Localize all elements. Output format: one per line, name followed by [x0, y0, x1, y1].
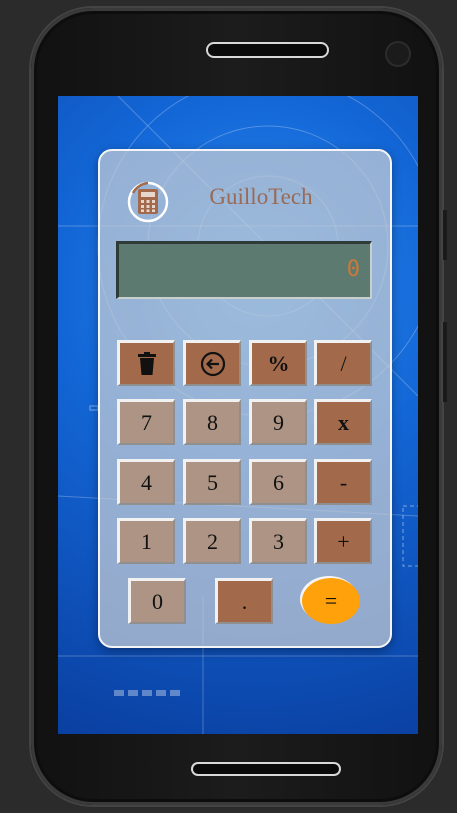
display-value: 0: [346, 257, 360, 282]
digit-9-button[interactable]: 9: [249, 399, 307, 445]
backspace-button[interactable]: [183, 340, 241, 386]
digit-8-button[interactable]: 8: [183, 399, 241, 445]
digit-1-button[interactable]: 1: [117, 518, 175, 564]
calculator-icon: [127, 179, 169, 225]
home-bar[interactable]: [193, 764, 339, 774]
clear-button[interactable]: [117, 340, 175, 386]
digit-7-button[interactable]: 7: [117, 399, 175, 445]
minus-button[interactable]: -: [314, 459, 372, 505]
digit-5-button[interactable]: 5: [183, 459, 241, 505]
speaker-grille: [208, 44, 327, 56]
digit-6-button[interactable]: 6: [249, 459, 307, 505]
volume-button: [441, 322, 447, 402]
percent-button[interactable]: %: [249, 340, 307, 386]
equals-button[interactable]: =: [302, 578, 360, 624]
backspace-arrow-icon: [200, 351, 225, 376]
plus-button[interactable]: +: [314, 518, 372, 564]
divide-button[interactable]: /: [314, 340, 372, 386]
brand-title: GuilloTech: [209, 184, 313, 209]
decimal-button[interactable]: .: [215, 578, 273, 624]
digit-2-button[interactable]: 2: [183, 518, 241, 564]
digit-4-button[interactable]: 4: [117, 459, 175, 505]
digit-3-button[interactable]: 3: [249, 518, 307, 564]
power-button: [441, 210, 447, 260]
trash-icon: [137, 351, 156, 375]
digit-0-button[interactable]: 0: [128, 578, 186, 624]
calculator-display: 0: [116, 241, 372, 299]
multiply-button[interactable]: x: [314, 399, 372, 445]
front-camera: [387, 43, 409, 65]
